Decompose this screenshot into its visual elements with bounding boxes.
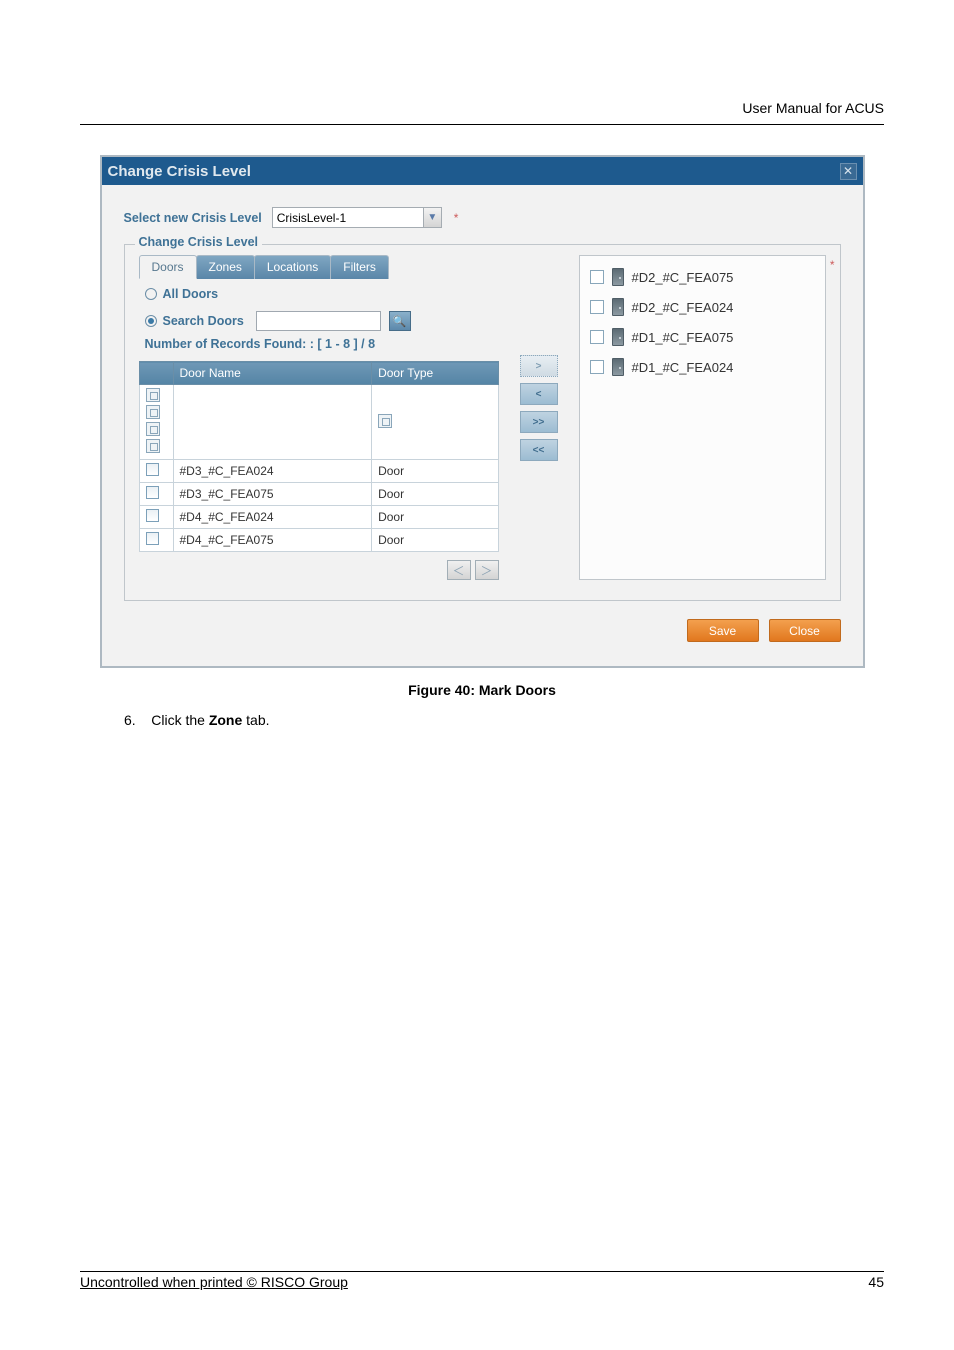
move-all-left-button[interactable]: << xyxy=(520,439,558,461)
tab-doors[interactable]: Doors xyxy=(139,255,197,279)
close-button[interactable]: Close xyxy=(769,619,841,642)
col-check[interactable] xyxy=(139,362,173,385)
figure-caption: Figure 40: Mark Doors xyxy=(80,682,884,698)
row-name: #D4_#C_FEA075 xyxy=(173,529,372,552)
footer-left: Uncontrolled when printed © RISCO Group xyxy=(80,1274,348,1290)
table-row[interactable]: #D4_#C_FEA024 Door xyxy=(139,506,498,529)
list-checkbox[interactable] xyxy=(590,300,604,314)
row-type: Door xyxy=(372,460,498,483)
step-suffix: tab. xyxy=(242,712,269,728)
change-crisis-level-fieldset: Change Crisis Level Doors Zones Location… xyxy=(124,244,841,601)
list-item[interactable]: #D2_#C_FEA024 xyxy=(588,292,817,322)
row-checkbox[interactable] xyxy=(146,486,159,499)
select-crisis-level-row: Select new Crisis Level CrisisLevel-1 ▼ … xyxy=(124,207,841,228)
row-checkbox[interactable] xyxy=(146,532,159,545)
header-rule xyxy=(80,124,884,125)
crisis-level-select[interactable]: CrisisLevel-1 ▼ xyxy=(272,207,442,228)
list-checkbox[interactable] xyxy=(590,270,604,284)
doors-table: Door Name Door Type xyxy=(139,361,499,552)
row-checkbox[interactable] xyxy=(146,463,159,476)
tab-locations[interactable]: Locations xyxy=(254,255,331,279)
change-crisis-level-dialog: Change Crisis Level ✕ Select new Crisis … xyxy=(100,155,865,668)
instruction-step-6: 6. Click the Zone tab. xyxy=(124,712,884,728)
door-icon xyxy=(612,268,624,286)
row-type: Door xyxy=(372,483,498,506)
dialog-titlebar: Change Crisis Level ✕ xyxy=(102,157,863,185)
filter2-icon[interactable] xyxy=(146,422,160,436)
door-icon xyxy=(612,298,624,316)
door-icon xyxy=(612,358,624,376)
selected-doors-list: #D2_#C_FEA075 #D2_#C_FEA024 #D1_#C_FEA07… xyxy=(579,255,826,580)
page-footer: Uncontrolled when printed © RISCO Group … xyxy=(80,1271,884,1290)
row-type: Door xyxy=(372,529,498,552)
dialog-body: Select new Crisis Level CrisisLevel-1 ▼ … xyxy=(102,185,863,666)
page-header: User Manual for ACUS xyxy=(742,100,884,116)
all-doors-label: All Doors xyxy=(163,287,219,301)
tab-bar: Doors Zones Locations Filters xyxy=(139,255,499,279)
search-input[interactable] xyxy=(256,311,381,331)
fieldset-legend: Change Crisis Level xyxy=(135,235,263,249)
close-icon[interactable]: ✕ xyxy=(840,163,857,180)
table-row[interactable]: #D3_#C_FEA075 Door xyxy=(139,483,498,506)
filter-name-cell[interactable] xyxy=(173,385,372,460)
list-item-label: #D1_#C_FEA024 xyxy=(632,360,734,375)
step-bold: Zone xyxy=(209,712,242,728)
filter-type-cell[interactable] xyxy=(372,385,498,460)
col-door-name[interactable]: Door Name xyxy=(173,362,372,385)
search-doors-label: Search Doors xyxy=(163,314,244,328)
table-row[interactable]: #D3_#C_FEA024 Door xyxy=(139,460,498,483)
search-doors-radio[interactable] xyxy=(145,315,157,327)
search-doors-radio-row[interactable]: Search Doors 🔍 xyxy=(145,311,499,331)
footer-rule xyxy=(80,1271,884,1272)
move-left-button[interactable]: < xyxy=(520,383,558,405)
list-item-label: #D2_#C_FEA075 xyxy=(632,270,734,285)
dialog-title: Change Crisis Level xyxy=(108,163,251,180)
list-item-label: #D2_#C_FEA024 xyxy=(632,300,734,315)
list-checkbox[interactable] xyxy=(590,360,604,374)
list-item[interactable]: #D1_#C_FEA075 xyxy=(588,322,817,352)
search-button[interactable]: 🔍 xyxy=(389,311,411,331)
filter-icon[interactable] xyxy=(146,405,160,419)
footer-page-number: 45 xyxy=(868,1274,884,1290)
all-doors-radio[interactable] xyxy=(145,288,157,300)
prev-page-button[interactable]: ＜ xyxy=(447,560,471,580)
dialog-button-row: Save Close xyxy=(124,619,841,642)
chevron-down-icon[interactable]: ▼ xyxy=(423,208,441,227)
save-button[interactable]: Save xyxy=(687,619,759,642)
move-all-right-button[interactable]: >> xyxy=(520,411,558,433)
tab-filters[interactable]: Filters xyxy=(330,255,389,279)
door-icon xyxy=(612,328,624,346)
filter3-icon[interactable] xyxy=(146,439,160,453)
row-name: #D4_#C_FEA024 xyxy=(173,506,372,529)
doors-panel: Doors Zones Locations Filters All Doors … xyxy=(139,255,499,580)
row-checkbox[interactable] xyxy=(146,509,159,522)
table-row[interactable]: #D4_#C_FEA075 Door xyxy=(139,529,498,552)
row-name: #D3_#C_FEA024 xyxy=(173,460,372,483)
funnel-icon[interactable] xyxy=(146,388,160,402)
row-name: #D3_#C_FEA075 xyxy=(173,483,372,506)
list-checkbox[interactable] xyxy=(590,330,604,344)
list-item-label: #D1_#C_FEA075 xyxy=(632,330,734,345)
row-type: Door xyxy=(372,506,498,529)
filter-type-icon[interactable] xyxy=(378,414,392,428)
transfer-buttons: > < >> << xyxy=(517,255,561,580)
tab-zones[interactable]: Zones xyxy=(196,255,255,279)
table-filter-row xyxy=(139,385,498,460)
required-asterisk: * xyxy=(454,211,459,225)
col-door-type[interactable]: Door Type xyxy=(372,362,498,385)
all-doors-radio-row[interactable]: All Doors xyxy=(145,287,499,301)
next-page-button[interactable]: ＞ xyxy=(475,560,499,580)
move-right-button[interactable]: > xyxy=(520,355,558,377)
list-item[interactable]: #D2_#C_FEA075 xyxy=(588,262,817,292)
select-crisis-level-label: Select new Crisis Level xyxy=(124,211,262,225)
pager: ＜ ＞ xyxy=(139,560,499,580)
magnifier-icon: 🔍 xyxy=(393,315,407,328)
step-prefix: Click the xyxy=(151,712,209,728)
list-item[interactable]: #D1_#C_FEA024 xyxy=(588,352,817,382)
filter-check-cell[interactable] xyxy=(139,385,173,460)
records-found-label: Number of Records Found: : [ 1 - 8 ] / 8 xyxy=(145,337,499,351)
crisis-level-value: CrisisLevel-1 xyxy=(277,211,346,225)
step-number: 6. xyxy=(124,712,136,728)
